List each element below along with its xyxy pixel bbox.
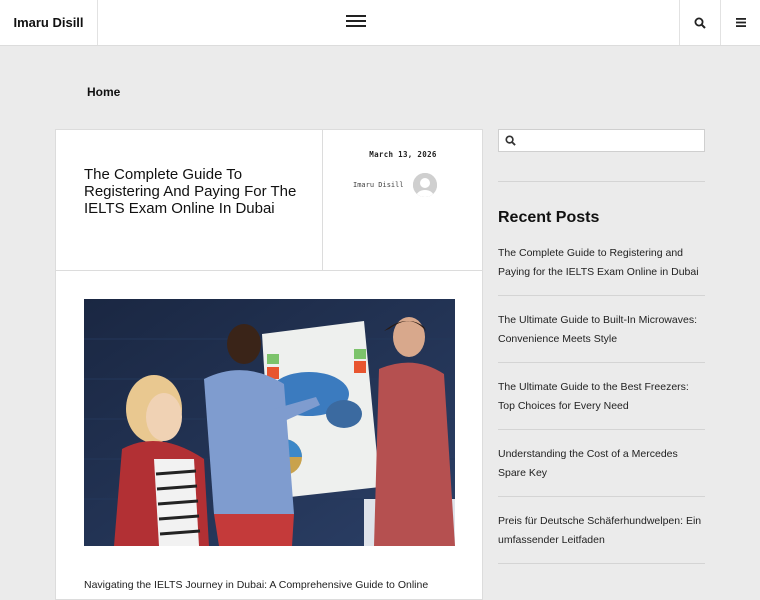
search-icon	[505, 135, 516, 146]
hamburger-icon[interactable]	[346, 15, 366, 31]
author-name[interactable]: Imaru Disill	[353, 181, 404, 189]
list-icon	[736, 18, 746, 27]
article-header: The Complete Guide To Registering And Pa…	[56, 130, 482, 271]
top-bar: Imaru Disill	[0, 0, 760, 46]
article-title[interactable]: The Complete Guide To Registering And Pa…	[84, 166, 304, 217]
recent-post-item[interactable]: The Ultimate Guide to Built-In Microwave…	[498, 296, 705, 363]
recent-post-item[interactable]: The Complete Guide to Registering and Pa…	[498, 229, 705, 296]
article-excerpt: Navigating the IELTS Journey in Dubai: A…	[84, 579, 429, 591]
search-input[interactable]	[522, 134, 702, 147]
recent-post-item[interactable]: The Ultimate Guide to the Best Freezers:…	[498, 363, 705, 430]
divider	[498, 181, 705, 182]
recent-post-item[interactable]: Preis für Deutsche Schäferhundwelpen: Ei…	[498, 497, 705, 564]
featured-image[interactable]	[84, 299, 455, 546]
article-card: The Complete Guide To Registering And Pa…	[55, 129, 483, 600]
sidebar-search[interactable]	[498, 129, 705, 152]
recent-post-item[interactable]: Understanding the Cost of a Mercedes Spa…	[498, 430, 705, 497]
avatar	[413, 173, 437, 197]
search-icon	[694, 17, 706, 29]
article-meta: March 13, 2026 Imaru Disill	[322, 130, 482, 270]
post-date: March 13, 2026	[369, 150, 437, 159]
search-toggle-button[interactable]	[679, 0, 721, 45]
site-title[interactable]: Imaru Disill	[0, 0, 98, 45]
recent-posts-title: Recent Posts	[498, 209, 600, 226]
breadcrumb-home[interactable]: Home	[87, 85, 120, 99]
recent-posts-list: The Complete Guide to Registering and Pa…	[498, 229, 705, 564]
side-menu-button[interactable]	[722, 0, 760, 45]
